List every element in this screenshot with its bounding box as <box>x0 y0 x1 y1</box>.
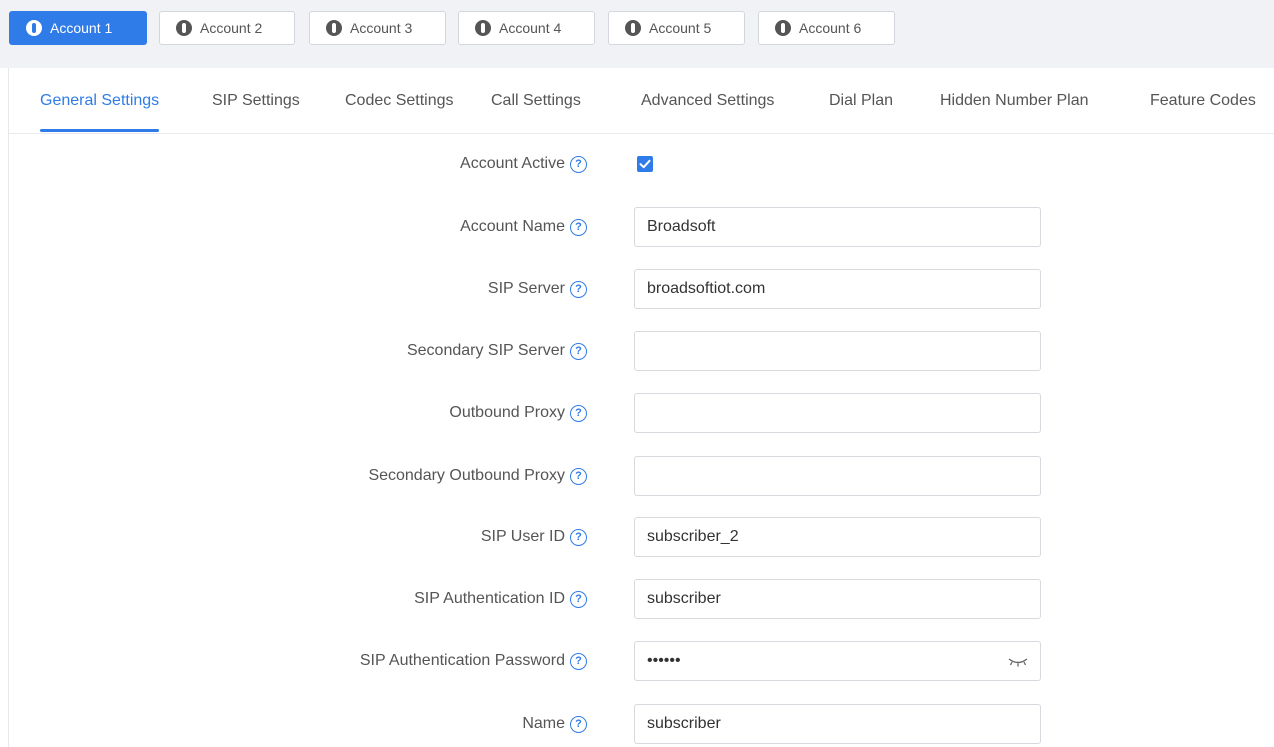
account-3-button[interactable]: Account 3 <box>309 11 446 45</box>
secondary-outbound-proxy-row: Secondary Outbound Proxy ? <box>9 456 1274 496</box>
tab-codec-settings[interactable]: Codec Settings <box>345 68 454 134</box>
account-5-button[interactable]: Account 5 <box>608 11 745 45</box>
account-active-label-text: Account Active <box>460 155 565 172</box>
tab-sip-settings[interactable]: SIP Settings <box>212 68 300 134</box>
secondary-outbound-proxy-label: Secondary Outbound Proxy ? <box>368 456 587 496</box>
secondary-sip-server-label: Secondary SIP Server ? <box>407 331 587 371</box>
account-icon <box>176 20 192 36</box>
account-name-row: Account Name ? <box>9 207 1274 247</box>
help-icon[interactable]: ? <box>570 280 587 298</box>
account-active-row: Account Active ? <box>9 144 1274 184</box>
account-5-label: Account 5 <box>649 20 712 36</box>
sip-server-row: SIP Server ? <box>9 269 1274 309</box>
account-2-label: Account 2 <box>200 20 263 36</box>
account-active-checkbox[interactable] <box>637 156 653 172</box>
sip-user-id-input[interactable] <box>634 517 1041 557</box>
sip-auth-password-row: SIP Authentication Password ? <box>9 641 1274 681</box>
account-icon <box>26 20 42 36</box>
outbound-proxy-row: Outbound Proxy ? <box>9 393 1274 433</box>
help-icon[interactable]: ? <box>570 218 587 236</box>
secondary-outbound-proxy-label-text: Secondary Outbound Proxy <box>368 467 565 484</box>
account-bar: Account 1 Account 2 Account 3 Account 4 … <box>0 0 1274 68</box>
sip-auth-id-row: SIP Authentication ID ? <box>9 579 1274 619</box>
secondary-sip-server-input[interactable] <box>634 331 1041 371</box>
account-4-button[interactable]: Account 4 <box>458 11 595 45</box>
help-icon[interactable]: ? <box>570 467 587 485</box>
sip-auth-id-label-text: SIP Authentication ID <box>414 590 565 607</box>
name-input[interactable] <box>634 704 1041 744</box>
sip-auth-password-label-text: SIP Authentication Password <box>359 652 565 669</box>
help-icon[interactable]: ? <box>570 652 587 670</box>
account-6-button[interactable]: Account 6 <box>758 11 895 45</box>
help-icon[interactable]: ? <box>570 404 587 422</box>
account-name-label-text: Account Name <box>460 218 565 235</box>
account-icon <box>326 20 342 36</box>
sip-user-id-label-text: SIP User ID <box>480 528 565 545</box>
sip-user-id-label: SIP User ID ? <box>481 517 587 557</box>
sip-auth-password-wrapper <box>634 641 1041 681</box>
help-icon[interactable]: ? <box>570 715 587 733</box>
name-label: Name ? <box>522 704 587 744</box>
outbound-proxy-label: Outbound Proxy ? <box>449 393 587 433</box>
tab-call-settings[interactable]: Call Settings <box>491 68 581 134</box>
settings-tabs: General Settings SIP Settings Codec Sett… <box>9 68 1274 134</box>
account-4-label: Account 4 <box>499 20 562 36</box>
sip-auth-password-input[interactable] <box>634 641 1041 681</box>
sip-auth-id-label: SIP Authentication ID ? <box>414 579 587 619</box>
account-active-label: Account Active ? <box>460 144 587 184</box>
account-icon <box>625 20 641 36</box>
general-settings-form: Account Active ? Account Name ? SIP Serv… <box>9 135 1274 747</box>
sip-user-id-row: SIP User ID ? <box>9 517 1274 557</box>
tab-dial-plan[interactable]: Dial Plan <box>829 68 893 134</box>
help-icon[interactable]: ? <box>570 528 587 546</box>
sip-server-label: SIP Server ? <box>488 269 587 309</box>
tab-advanced-settings[interactable]: Advanced Settings <box>641 68 774 134</box>
account-name-label: Account Name ? <box>460 207 587 247</box>
sip-server-input[interactable] <box>634 269 1041 309</box>
secondary-outbound-proxy-input[interactable] <box>634 456 1041 496</box>
checkmark-icon <box>639 159 651 169</box>
account-1-label: Account 1 <box>50 20 113 36</box>
sip-server-label-text: SIP Server <box>487 280 565 297</box>
account-1-button[interactable]: Account 1 <box>9 11 147 45</box>
eye-closed-icon[interactable] <box>1007 653 1029 669</box>
secondary-sip-server-row: Secondary SIP Server ? <box>9 331 1274 371</box>
outbound-proxy-input[interactable] <box>634 393 1041 433</box>
account-6-label: Account 6 <box>799 20 862 36</box>
sip-auth-id-input[interactable] <box>634 579 1041 619</box>
tab-general-settings[interactable]: General Settings <box>40 68 160 134</box>
account-icon <box>475 20 491 36</box>
tab-hidden-number-plan[interactable]: Hidden Number Plan <box>940 68 1089 134</box>
help-icon[interactable]: ? <box>570 590 587 608</box>
help-icon[interactable]: ? <box>570 155 587 173</box>
name-label-text: Name <box>522 715 565 732</box>
left-edge-border <box>0 0 9 747</box>
sip-auth-password-label: SIP Authentication Password ? <box>360 641 587 681</box>
secondary-sip-server-label-text: Secondary SIP Server <box>406 342 565 359</box>
tab-feature-codes[interactable]: Feature Codes <box>1150 68 1256 134</box>
account-icon <box>775 20 791 36</box>
outbound-proxy-label-text: Outbound Proxy <box>449 404 565 421</box>
name-row: Name ? <box>9 704 1274 744</box>
help-icon[interactable]: ? <box>570 342 587 360</box>
account-2-button[interactable]: Account 2 <box>159 11 295 45</box>
account-3-label: Account 3 <box>350 20 413 36</box>
account-name-input[interactable] <box>634 207 1041 247</box>
